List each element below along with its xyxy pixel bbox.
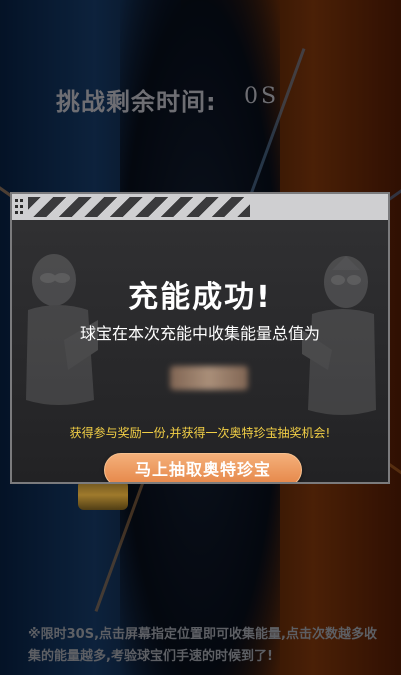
reward-message: 获得参与奖励一份,并获得一次奥特珍宝抽奖机会! <box>69 426 331 440</box>
draw-treasure-button[interactable]: 马上抽取奥特珍宝 <box>104 453 302 482</box>
grip-dots-icon <box>14 198 26 216</box>
energy-collector-icon <box>78 480 128 510</box>
dialog-body: 充能成功! 球宝在本次充能中收集能量总值为 获得参与奖励一份,并获得一次奥特珍宝… <box>12 220 388 482</box>
challenge-timer: 挑战剩余时间: 0S <box>56 82 336 116</box>
energy-total-label: 球宝在本次充能中收集能量总值为 <box>79 324 320 343</box>
dialog-header-bar <box>12 194 388 220</box>
game-rules-hint: ※限时30S,点击屏幕指定位置即可收集能量,点击次数越多收集的能量越多,考验球宝… <box>28 627 377 664</box>
timer-label: 挑战剩余时间: <box>56 88 217 116</box>
energy-total-value <box>170 366 248 390</box>
hazard-stripe-decoration <box>28 197 250 217</box>
charge-success-dialog: 充能成功! 球宝在本次充能中收集能量总值为 获得参与奖励一份,并获得一次奥特珍宝… <box>10 192 390 484</box>
dialog-title: 充能成功! <box>128 280 272 315</box>
timer-value: 0S <box>244 84 280 109</box>
